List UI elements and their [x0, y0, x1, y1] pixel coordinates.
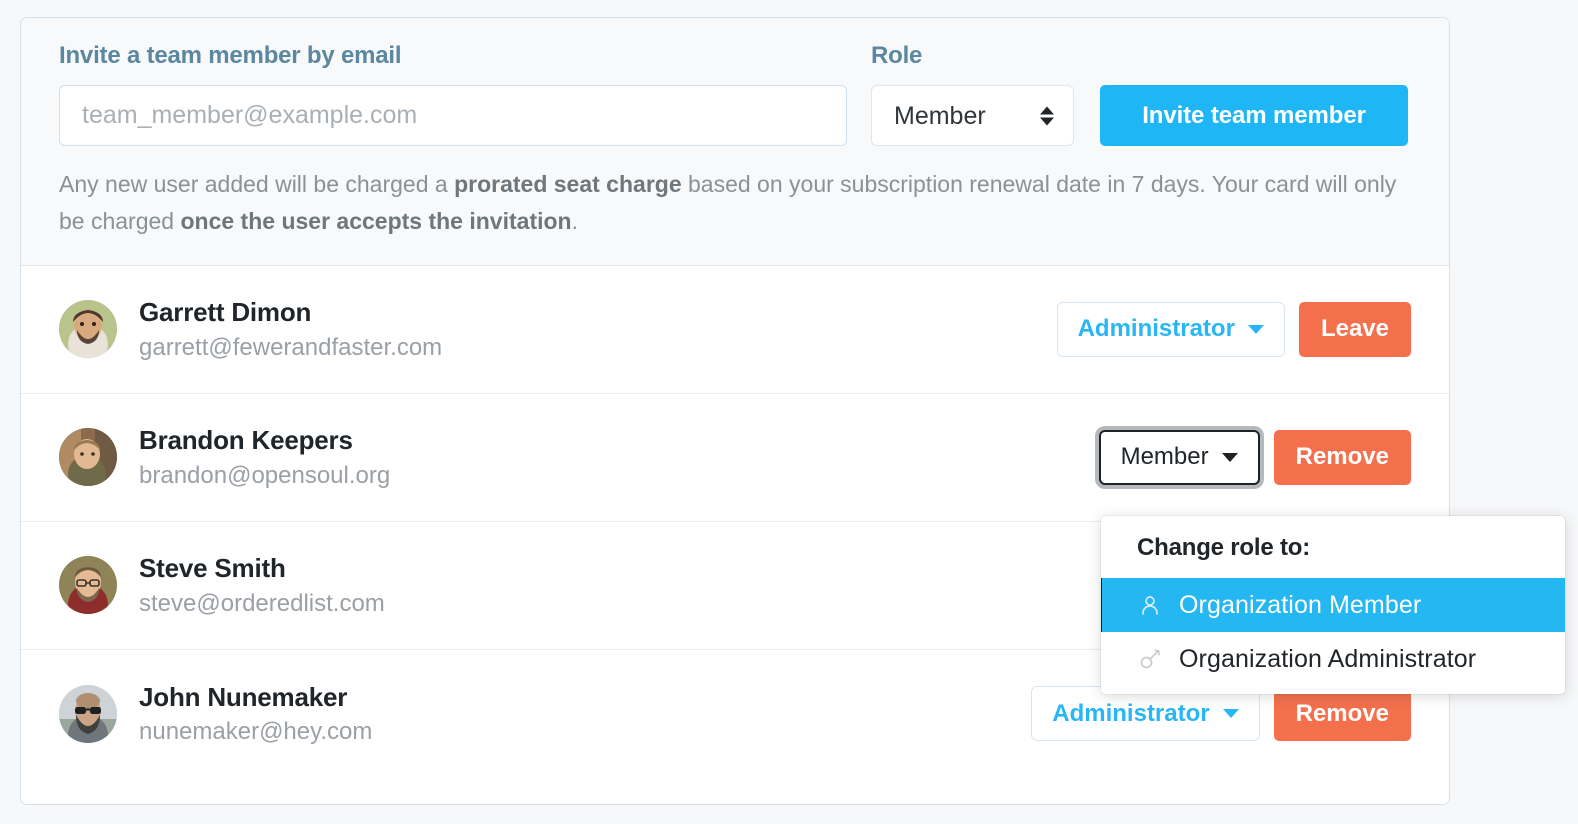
menu-item-organization-administrator[interactable]: Organization Administrator [1101, 632, 1565, 686]
role-dropdown-label: Administrator [1077, 315, 1235, 343]
role-dropdown-button-open[interactable]: Member [1098, 429, 1260, 485]
role-dropdown-label: Member [1120, 443, 1209, 471]
leave-button[interactable]: Leave [1298, 301, 1411, 357]
avatar-garrett-dimon [59, 300, 117, 359]
key-icon [1137, 646, 1163, 672]
person-icon [1137, 592, 1163, 618]
invite-panel: Invite a team member by email Role Membe… [21, 18, 1449, 266]
member-name: Garrett Dimon [139, 297, 312, 328]
member-email: nunemaker@hey.com [139, 718, 373, 746]
role-dropdown-button[interactable]: Administrator [1031, 686, 1260, 742]
invite-role-label: Role [871, 42, 923, 69]
chevron-down-icon [1221, 452, 1238, 462]
avatar-brandon-keepers [59, 428, 117, 487]
table-row: Brandon Keepers brandon@opensoul.org Mem… [21, 394, 1449, 522]
chevron-down-icon [1247, 324, 1264, 334]
note-bold-1: prorated seat charge [454, 171, 682, 197]
member-email: garrett@fewerandfaster.com [139, 333, 443, 361]
role-dropdown-label: Administrator [1052, 699, 1210, 727]
remove-button[interactable]: Remove [1273, 429, 1411, 485]
member-info: John Nunemaker nunemaker@hey.com [139, 681, 372, 748]
remove-button[interactable]: Remove [1273, 686, 1411, 742]
invite-field-labels: Invite a team member by email Role [59, 44, 1411, 68]
change-role-menu-title: Change role to: [1137, 534, 1311, 561]
row-actions: Member Remove [1098, 429, 1411, 485]
invite-controls-row: Member Invite team member [59, 85, 1411, 146]
table-row: Garrett Dimon garrett@fewerandfaster.com… [21, 266, 1449, 394]
invite-email-input[interactable] [59, 85, 847, 146]
member-email: brandon@opensoul.org [139, 461, 391, 489]
note-bold-2: once the user accepts the invitation [180, 208, 572, 235]
member-info: Garrett Dimon garrett@fewerandfaster.com [139, 296, 442, 363]
member-info: Brandon Keepers brandon@opensoul.org [139, 424, 390, 491]
page-root: Invite a team member by email Role Membe… [0, 0, 1578, 824]
invite-team-member-button[interactable]: Invite team member [1100, 85, 1408, 146]
member-name: Steve Smith [139, 553, 286, 584]
invite-role-select-wrapper: Member [871, 85, 1074, 146]
row-actions: Administrator Remove [1031, 686, 1411, 742]
note-part-1: Any new user added will be charged a [59, 171, 455, 197]
invite-prorated-note: Any new user added will be charged a pro… [59, 166, 1411, 241]
avatar-steve-smith [59, 556, 117, 615]
menu-item-organization-member[interactable]: Organization Member [1101, 578, 1565, 632]
invite-email-label: Invite a team member by email [59, 42, 402, 69]
avatar-john-nunemaker [59, 684, 117, 743]
invite-role-select[interactable]: Member [871, 85, 1074, 146]
member-info: Steve Smith steve@orderedlist.com [139, 552, 385, 619]
chevron-down-icon [1222, 709, 1239, 719]
role-dropdown-button[interactable]: Administrator [1056, 301, 1285, 357]
menu-item-label: Organization Member [1179, 590, 1422, 619]
member-name: Brandon Keepers [139, 425, 353, 456]
member-name: John Nunemaker [139, 681, 348, 712]
change-role-menu: Change role to: Organization Member Orga… [1101, 516, 1565, 694]
row-actions: Administrator Leave [1056, 301, 1411, 357]
note-part-3: . [571, 208, 578, 235]
member-email: steve@orderedlist.com [139, 589, 385, 617]
menu-item-label: Organization Administrator [1179, 644, 1477, 673]
